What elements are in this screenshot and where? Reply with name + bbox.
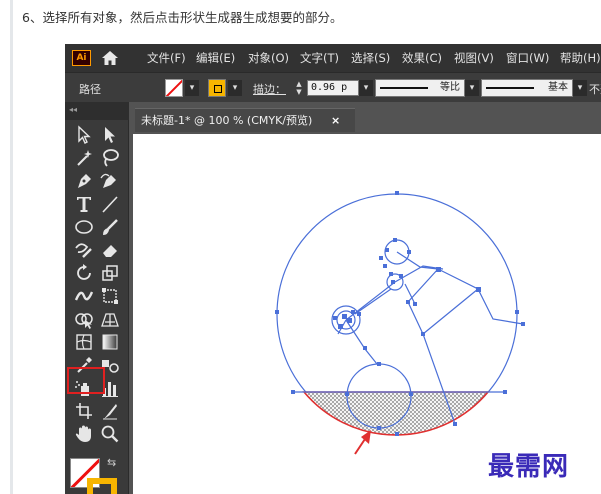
stroke-width-dropdown-chevron-icon[interactable]: ▾ [359, 80, 373, 96]
selection-tool-icon[interactable] [73, 124, 95, 146]
scale-tool-icon[interactable] [99, 262, 121, 284]
menu-edit[interactable]: 编辑(E) [196, 50, 235, 66]
home-icon[interactable] [101, 50, 119, 66]
brush-line-preview [486, 87, 534, 89]
opacity-label[interactable]: 不透 [589, 81, 601, 97]
document-tab[interactable]: 未标题-1* @ 100 % (CMYK/预览) × [135, 108, 355, 132]
direct-selection-tool-icon[interactable] [99, 124, 121, 146]
swap-colors-icon[interactable]: ⇆ [107, 456, 121, 470]
document-tab-title: 未标题-1* @ 100 % (CMYK/预览) [141, 114, 313, 127]
stroke-stepper-icon[interactable]: ▲ ▼ [293, 80, 305, 96]
line-tool-icon[interactable] [99, 193, 121, 215]
menu-object[interactable]: 对象(O) [248, 50, 289, 66]
brush-label: 基本 [548, 82, 568, 93]
curvature-tool-icon[interactable] [99, 170, 121, 192]
type-tool-icon[interactable] [73, 193, 95, 215]
close-tab-icon[interactable]: × [331, 109, 340, 133]
menu-effect[interactable]: 效果(C) [402, 50, 442, 66]
ai-logo: Ai [72, 50, 91, 66]
site-watermark: 最需网 [488, 452, 570, 482]
control-bar: 路径 ▾ ▾ 描边： ▲▼ 0.96 p ▾ 等比 ▾ 基本 ▾ 不透 [65, 72, 601, 102]
red-arrow-annotation [354, 430, 371, 455]
shape-builder-highlight-region [302, 391, 490, 436]
ellipse-tool-icon[interactable] [73, 216, 95, 238]
artwork [275, 191, 525, 455]
menu-file[interactable]: 文件(F) [147, 50, 186, 66]
brush-definition-select[interactable]: 基本 [481, 79, 573, 97]
left-border-rule [10, 0, 13, 494]
stroke-color-swatch[interactable] [87, 478, 117, 494]
menu-window[interactable]: 窗口(W) [506, 50, 549, 66]
step-instruction: 6、选择所有对象，然后点击形状生成器生成想要的部分。 [22, 10, 343, 25]
menu-help[interactable]: 帮助(H) [560, 50, 601, 66]
active-tool-highlight [67, 367, 105, 394]
free-transform-tool-icon[interactable] [99, 285, 121, 307]
menu-view[interactable]: 视图(V) [454, 50, 494, 66]
artboard-canvas[interactable] [133, 134, 601, 494]
shape-builder-tool-icon[interactable] [73, 308, 95, 330]
perspective-grid-tool-icon[interactable] [99, 308, 121, 330]
gradient-tool-icon[interactable] [99, 331, 121, 353]
path-label: 路径 [79, 83, 101, 96]
stroke-dropdown-chevron-icon[interactable]: ▾ [228, 80, 242, 96]
mesh-tool-icon[interactable] [73, 331, 95, 353]
shaper-tool-icon[interactable] [73, 239, 95, 261]
paintbrush-tool-icon[interactable] [99, 216, 121, 238]
toolbox-panel: ◂◂ ⇆ [65, 102, 129, 494]
width-tool-icon[interactable] [73, 285, 95, 307]
brush-dropdown-chevron-icon[interactable]: ▾ [573, 80, 587, 96]
stroke-swatch[interactable] [208, 79, 226, 97]
profile-label: 等比 [440, 82, 460, 93]
hand-tool-icon[interactable] [73, 423, 95, 445]
rotate-tool-icon[interactable] [73, 262, 95, 284]
illustrator-window: Ai 文件(F) 编辑(E) 对象(O) 文字(T) 选择(S) 效果(C) 视… [65, 44, 601, 494]
menu-select[interactable]: 选择(S) [351, 50, 390, 66]
profile-dropdown-chevron-icon[interactable]: ▾ [465, 80, 479, 96]
profile-line-preview [380, 87, 428, 89]
eraser-tool-icon[interactable] [99, 239, 121, 261]
fill-swatch[interactable] [165, 79, 183, 97]
fill-dropdown-chevron-icon[interactable]: ▾ [185, 80, 199, 96]
zoom-tool-icon[interactable] [99, 423, 121, 445]
variable-width-profile-select[interactable]: 等比 [375, 79, 465, 97]
magic-wand-tool-icon[interactable] [73, 147, 95, 169]
artboard-tool-icon[interactable] [73, 400, 95, 422]
stroke-label[interactable]: 描边： [253, 81, 286, 97]
pen-tool-icon[interactable] [73, 170, 95, 192]
slice-tool-icon[interactable] [99, 400, 121, 422]
menu-bar: Ai 文件(F) 编辑(E) 对象(O) 文字(T) 选择(S) 效果(C) 视… [65, 44, 601, 72]
lasso-tool-icon[interactable] [99, 147, 121, 169]
stroke-width-input[interactable]: 0.96 p [307, 80, 359, 96]
toolbox-collapse-icon[interactable]: ◂◂ [65, 102, 129, 120]
menu-type[interactable]: 文字(T) [300, 50, 339, 66]
